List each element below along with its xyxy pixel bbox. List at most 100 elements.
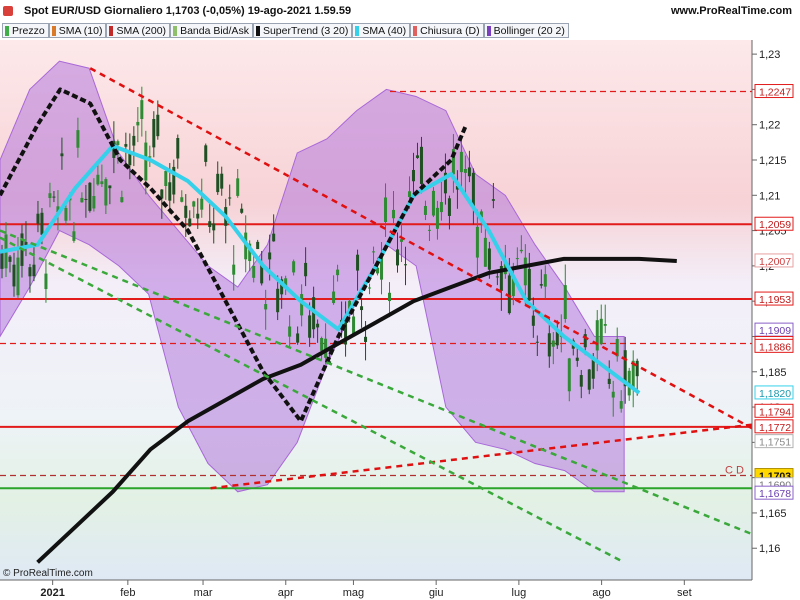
candle-body: [392, 209, 396, 219]
candle-body: [212, 223, 216, 231]
candle-body: [256, 241, 260, 250]
candle-body: [316, 323, 320, 328]
candle-body: [411, 169, 415, 182]
candle-body: [332, 291, 336, 304]
candle-body: [635, 360, 639, 377]
candle-body: [188, 218, 192, 227]
candle-body: [435, 207, 439, 229]
candle-body: [152, 119, 156, 148]
time-axis[interactable]: 2021 feb mar apr mag giu lug ago set: [0, 579, 752, 599]
candle-body: [108, 185, 112, 189]
candle-body: [599, 318, 603, 344]
candle-body: [96, 174, 100, 185]
candle-body: [100, 181, 104, 185]
price-label-text: 1,2059: [759, 219, 791, 231]
candle-body: [607, 378, 611, 385]
candle-body: [92, 196, 96, 209]
candle-body: [539, 284, 543, 286]
annotation-cd: C D: [725, 464, 744, 476]
price-label-text: 1,1953: [759, 294, 791, 306]
candle-body: [88, 182, 92, 211]
candle-body: [579, 375, 583, 387]
candle-body: [407, 191, 411, 198]
candle-body: [467, 167, 471, 177]
candle-body: [288, 326, 292, 337]
candle-body: [459, 151, 463, 173]
candle-body: [356, 254, 360, 271]
price-chart[interactable]: C D 1,231,2251,221,2151,211,2051,21,1951…: [0, 0, 800, 600]
candle-body: [156, 114, 160, 137]
candle-body: [336, 269, 340, 276]
candle-body: [427, 229, 431, 231]
candle-body: [475, 226, 479, 258]
candle-body: [388, 292, 392, 302]
candle-body: [419, 146, 423, 184]
price-label-text: 1,2007: [759, 256, 791, 268]
candle-body: [272, 233, 276, 242]
x-tick-label: mar: [194, 587, 213, 599]
candle-body: [104, 179, 108, 206]
candle-body: [403, 264, 407, 266]
candle-body: [228, 197, 232, 199]
y-tick-label: 1,215: [759, 155, 787, 167]
candle-body: [463, 169, 467, 173]
price-label-text: 1,2247: [759, 87, 791, 99]
price-label-text: 1,1794: [759, 406, 791, 418]
y-tick-label: 1,22: [759, 120, 780, 132]
candle-body: [320, 338, 324, 351]
candle-body: [611, 391, 615, 398]
x-tick-label: giu: [429, 587, 444, 599]
x-tick-label: 2021: [40, 587, 64, 599]
candle-body: [32, 264, 36, 277]
candle-body: [124, 144, 128, 147]
price-label-text: 1,1772: [759, 422, 791, 434]
x-tick-label: apr: [278, 587, 294, 599]
candle-body: [519, 249, 523, 252]
candle-body: [164, 171, 168, 187]
candle-body: [595, 320, 599, 351]
price-label-text: 1,1751: [759, 437, 791, 449]
candle-body: [36, 213, 40, 224]
candle-body: [180, 197, 184, 202]
candle-body: [483, 237, 487, 267]
candle-body: [204, 145, 208, 162]
candle-body: [40, 212, 44, 235]
watermark: © ProRealTime.com: [3, 568, 93, 579]
candle-body: [16, 257, 20, 296]
candle-body: [619, 401, 623, 409]
price-label-text: 1,1909: [759, 325, 791, 337]
candle-body: [364, 336, 368, 342]
candle-body: [60, 153, 64, 157]
y-tick-label: 1,21: [759, 190, 780, 202]
candle-body: [360, 306, 364, 311]
candle-body: [308, 315, 312, 338]
candle-body: [527, 268, 531, 301]
price-label-text: 1,1678: [759, 488, 791, 500]
candle-body: [192, 201, 196, 207]
price-label-text: 1,1886: [759, 341, 791, 353]
x-tick-label: set: [677, 587, 692, 599]
candle-body: [603, 324, 607, 326]
candle-body: [384, 197, 388, 223]
candle-body: [551, 340, 555, 347]
candle-body: [447, 198, 451, 216]
candle-body: [220, 173, 224, 189]
y-tick-label: 1,23: [759, 49, 780, 61]
candle-body: [196, 213, 200, 219]
candle-body: [567, 358, 571, 392]
candle-body: [132, 135, 136, 146]
candle-body: [563, 285, 567, 319]
candle-body: [523, 257, 527, 286]
candle-body: [144, 142, 148, 181]
candle-body: [487, 248, 491, 270]
candle-body: [232, 264, 236, 275]
candle-body: [547, 333, 551, 357]
candle-body: [8, 256, 12, 262]
candle-body: [268, 252, 272, 260]
candle-body: [84, 198, 88, 200]
candle-body: [140, 100, 144, 119]
candle-body: [515, 258, 519, 260]
candle-body: [543, 274, 547, 287]
candle-body: [587, 369, 591, 390]
y-tick-label: 1,16: [759, 543, 780, 555]
